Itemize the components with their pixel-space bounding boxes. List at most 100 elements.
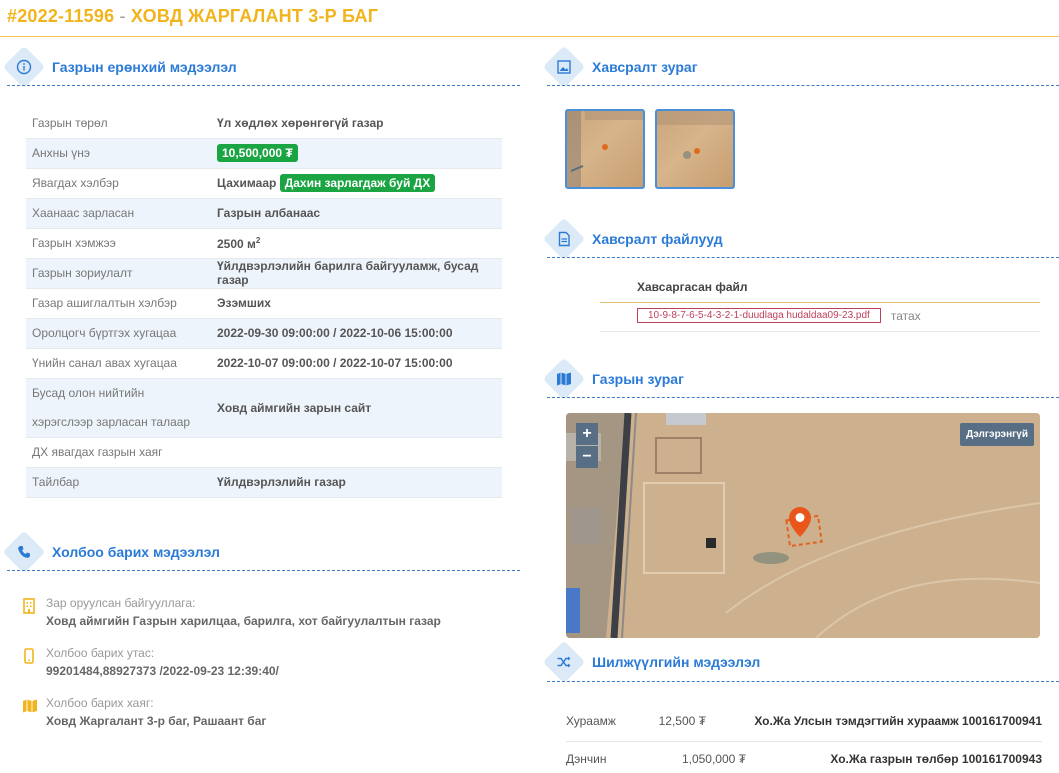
files-divider bbox=[547, 257, 1059, 258]
lot-code: #2022-11596 bbox=[7, 6, 115, 26]
field-value: 2500 м bbox=[217, 236, 256, 251]
attached-file-link[interactable]: 10-9-8-7-6-5-4-3-2-1-duudlaga hudaldaa09… bbox=[637, 308, 881, 323]
contact-divider bbox=[7, 570, 520, 571]
info-icon bbox=[2, 45, 46, 89]
contact-phone: Холбоо барих утас: 99201484,88927373 /20… bbox=[22, 646, 279, 678]
general-info-title: Газрын ерөнхий мэдээлэл bbox=[52, 59, 237, 75]
attached-image-thumbnail-1[interactable] bbox=[565, 109, 645, 189]
field-label: Үнийн санал авах хугацаа bbox=[26, 348, 211, 379]
map-details-button[interactable]: Дэлгэрэнгүй bbox=[960, 423, 1034, 446]
contact-org-label: Зар оруулсан байгууллага: bbox=[46, 596, 196, 610]
field-value: Ховд аймгийн зарын сайт bbox=[211, 378, 502, 438]
files-column-header: Хавсаргасан файл bbox=[600, 272, 1040, 303]
contact-address-value: Ховд Жаргалант 3-р баг, Рашаант баг bbox=[46, 714, 267, 728]
payment-amount: 1,050,000 ₮ bbox=[681, 752, 746, 766]
table-row: Газрын төрөл Үл хөдлөх хөрөнгөгүй газар bbox=[26, 108, 502, 139]
field-label: Бусад олон нийтийн хэрэгслээр зарласан т… bbox=[26, 378, 211, 438]
land-map[interactable]: + − Дэлгэрэнгүй bbox=[566, 413, 1040, 638]
field-value: 2022-09-30 09:00:00 / 2022-10-06 15:00:0… bbox=[211, 318, 502, 349]
files-header: Хавсралт файлууд bbox=[542, 217, 723, 261]
field-value: 2022-10-07 09:00:00 / 2022-10-07 15:00:0… bbox=[211, 348, 502, 379]
contact-phone-label: Холбоо барих утас: bbox=[46, 646, 155, 660]
title-separator: - bbox=[119, 6, 126, 26]
field-label: Газрын зориулалт bbox=[26, 258, 211, 289]
table-row: Анхны үнэ 10,500,000 ₮ bbox=[26, 138, 502, 169]
table-row: Бусад олон нийтийн хэрэгслээр зарласан т… bbox=[26, 378, 502, 438]
payment-row: Хураамж 12,500 ₮ Хо.Жа Улсын тэмдэгтийн … bbox=[566, 714, 1042, 728]
field-label: Явагдах хэлбэр bbox=[26, 168, 211, 199]
building-icon bbox=[22, 596, 40, 628]
download-link[interactable]: татах bbox=[891, 309, 921, 323]
field-label: Тайлбар bbox=[26, 467, 211, 498]
contact-phone-value: 99201484,88927373 /2022-09-23 12:39:40/ bbox=[46, 664, 279, 678]
payment-label: Дэнчин bbox=[566, 752, 607, 766]
map-icon bbox=[542, 357, 586, 401]
attached-image-thumbnail-2[interactable] bbox=[655, 109, 735, 189]
field-value bbox=[211, 437, 502, 468]
general-info-table: Газрын төрөл Үл хөдлөх хөрөнгөгүй газар А… bbox=[26, 108, 502, 498]
area-unit-exponent: 2 bbox=[255, 235, 261, 245]
table-row: ДХ явагдах газрын хаяг bbox=[26, 437, 502, 468]
table-row: Хаанаас зарласан Газрын албанаас bbox=[26, 198, 502, 229]
contact-title: Холбоо барих мэдээлэл bbox=[52, 544, 220, 560]
contact-header: Холбоо барих мэдээлэл bbox=[2, 530, 220, 574]
attached-files-table: Хавсаргасан файл 10-9-8-7-6-5-4-3-2-1-du… bbox=[600, 272, 1040, 332]
image-icon bbox=[542, 45, 586, 89]
table-row: Газар ашиглалтын хэлбэр Эзэмших bbox=[26, 288, 502, 319]
phone-icon bbox=[2, 530, 46, 574]
shuffle-icon bbox=[542, 640, 586, 684]
title-divider bbox=[0, 36, 1059, 37]
images-title: Хавсралт зураг bbox=[592, 59, 698, 75]
page-title: #2022-11596 - ХОВД ЖАРГАЛАНТ 3-Р БАГ bbox=[7, 6, 378, 27]
table-row: Оролцогч бүртгэх хугацаа 2022-09-30 09:00… bbox=[26, 318, 502, 349]
field-value: Газрын албанаас bbox=[211, 198, 502, 229]
table-row: Явагдах хэлбэр Цахимаар Дахин зарлагдаж б… bbox=[26, 168, 502, 199]
zoom-in-button[interactable]: + bbox=[576, 423, 598, 445]
payment-divider bbox=[566, 741, 1042, 742]
table-row: Үнийн санал авах хугацаа 2022-10-07 09:00… bbox=[26, 348, 502, 379]
contact-address-label: Холбоо барих хаяг: bbox=[46, 696, 154, 710]
field-value: Цахимаар bbox=[217, 176, 277, 190]
mobile-phone-icon bbox=[22, 646, 40, 678]
map-icon bbox=[22, 696, 40, 728]
field-label: Хаанаас зарласан bbox=[26, 198, 211, 229]
field-value: Эзэмших bbox=[211, 288, 502, 319]
field-label: Анхны үнэ bbox=[26, 138, 211, 169]
payment-amount: 12,500 ₮ bbox=[658, 714, 706, 728]
payment-account: Хо.Жа газрын төлбөр 100161700943 bbox=[830, 752, 1042, 766]
files-title: Хавсралт файлууд bbox=[592, 231, 723, 247]
transfer-divider bbox=[547, 681, 1059, 682]
field-label: Газар ашиглалтын хэлбэр bbox=[26, 288, 211, 319]
images-divider bbox=[547, 85, 1059, 86]
map-title: Газрын зураг bbox=[592, 371, 684, 387]
field-value: Үл хөдлөх хөрөнгөгүй газар bbox=[211, 108, 502, 139]
contact-address: Холбоо барих хаяг: Ховд Жаргалант 3-р ба… bbox=[22, 696, 266, 728]
transfer-header: Шилжүүлгийн мэдээлэл bbox=[542, 640, 761, 684]
zoom-out-button[interactable]: − bbox=[576, 446, 598, 468]
images-header: Хавсралт зураг bbox=[542, 45, 698, 89]
table-row: Тайлбар Үйлдвэрлэлийн газар bbox=[26, 467, 502, 498]
contact-organization: Зар оруулсан байгууллага: Ховд аймгийн Г… bbox=[22, 596, 441, 628]
table-row: Газрын зориулалт Үйлдвэрлэлийн барилга ба… bbox=[26, 258, 502, 289]
table-row: Газрын хэмжээ 2500 м2 bbox=[26, 228, 502, 259]
contact-org-value: Ховд аймгийн Газрын харилцаа, барилга, х… bbox=[46, 614, 441, 628]
field-value: Үйлдвэрлэлийн газар bbox=[211, 467, 502, 498]
status-badge: Дахин зарлагдаж буй ДХ bbox=[279, 174, 436, 192]
price-badge: 10,500,000 ₮ bbox=[217, 144, 298, 162]
field-value: Үйлдвэрлэлийн барилга байгууламж, бусад … bbox=[211, 258, 502, 289]
field-label: Оролцогч бүртгэх хугацаа bbox=[26, 318, 211, 349]
payment-row: Дэнчин 1,050,000 ₮ Хо.Жа газрын төлбөр 1… bbox=[566, 752, 1042, 766]
map-divider bbox=[547, 397, 1059, 398]
lot-title: ХОВД ЖАРГАЛАНТ 3-Р БАГ bbox=[130, 6, 379, 26]
general-info-divider bbox=[7, 85, 520, 86]
file-icon bbox=[542, 217, 586, 261]
field-label: Газрын төрөл bbox=[26, 108, 211, 139]
transfer-title: Шилжүүлгийн мэдээлэл bbox=[592, 654, 761, 670]
location-pin-icon[interactable] bbox=[789, 507, 811, 537]
file-row: 10-9-8-7-6-5-4-3-2-1-duudlaga hudaldaa09… bbox=[600, 303, 1040, 332]
general-info-header: Газрын ерөнхий мэдээлэл bbox=[2, 45, 237, 89]
payment-account: Хо.Жа Улсын тэмдэгтийн хураамж 100161700… bbox=[754, 714, 1042, 728]
field-label: ДХ явагдах газрын хаяг bbox=[26, 437, 211, 468]
field-label: Газрын хэмжээ bbox=[26, 228, 211, 259]
payment-label: Хураамж bbox=[566, 714, 616, 728]
